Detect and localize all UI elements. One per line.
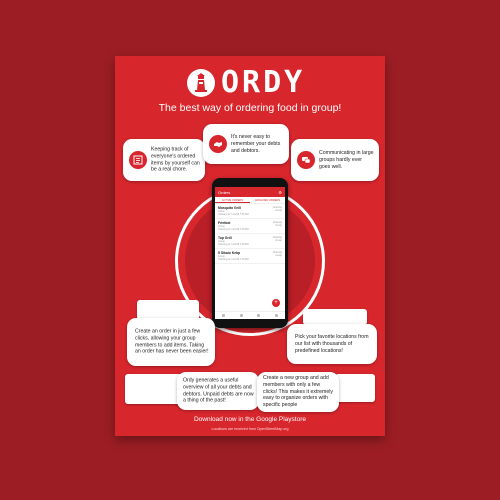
lighthouse-icon — [187, 69, 215, 97]
bubble-tracking: Keeping track of everyone's ordered item… — [123, 139, 205, 181]
bubble-create-order-text: Create an order in just a few clicks, al… — [135, 328, 209, 355]
bubble-groups: Create a new group and add members with … — [257, 372, 339, 412]
bubble-communicating: Communicating in large groups hardly eve… — [291, 139, 379, 181]
bubble-overview-text: Ordy generates a useful overview of all … — [183, 377, 254, 404]
brand-name: ORDY — [221, 65, 306, 100]
order-meta: Ordering Group — [272, 221, 282, 228]
mini-card-groups — [335, 374, 375, 402]
mini-card-order — [137, 300, 199, 320]
order-time: Ordering at: 11/1/18 7:30 PM — [218, 213, 249, 216]
download-text: Download now in the Google Playstore — [193, 416, 306, 423]
mini-card-locations — [303, 309, 367, 325]
bubble-locations-text: Pick your favorite locations from our li… — [295, 333, 369, 354]
mini-card-debts — [125, 374, 183, 404]
order-time: Ordering at: 11/1/18 7:30 PM — [218, 243, 249, 246]
settings-icon[interactable]: ⚙ — [278, 190, 282, 197]
bubble-communicating-text: Communicating in large groups hardly eve… — [319, 149, 374, 170]
credits-text: Locations are received from OpenStreetMa… — [211, 427, 289, 431]
tagline: The best way of ordering food in group! — [158, 102, 342, 114]
bottom-nav — [215, 311, 285, 319]
order-meta: Ordering Group — [272, 236, 282, 243]
bubble-groups-text: Create a new group and add members with … — [263, 375, 333, 409]
tab-active-orders[interactable]: ACTIVE ORDERS — [215, 197, 250, 203]
add-order-button[interactable]: + — [272, 299, 280, 307]
order-time: Ordering at: 11/1/18 7:30 PM — [218, 228, 249, 231]
handshake-icon — [209, 135, 227, 153]
order-time: Ordering at: 11/1/18 7:30 PM — [218, 258, 249, 261]
order-meta: Ordering Group — [272, 206, 282, 213]
order-meta: Ordering Group — [272, 251, 282, 258]
poster: ORDY The best way of ordering food in gr… — [115, 56, 385, 436]
list-item[interactable]: Frietkot Group Ordering at: 11/1/18 7:30… — [215, 219, 285, 234]
logo: ORDY — [187, 68, 317, 98]
orders-nav-icon[interactable] — [222, 314, 226, 317]
debts-nav-icon[interactable] — [257, 314, 261, 317]
app-title: Orders — [218, 190, 231, 195]
bubble-overview: Ordy generates a useful overview of all … — [177, 372, 259, 410]
groups-nav-icon[interactable] — [239, 314, 243, 317]
list-item[interactable]: Mosquito Grill Group Ordering at: 11/1/1… — [215, 204, 285, 219]
tab-archived-orders[interactable]: ARCHIVED ORDERS — [250, 197, 285, 203]
checklist-icon — [129, 151, 147, 169]
profile-nav-icon[interactable] — [274, 314, 278, 317]
app-bar: Orders ⚙ — [215, 187, 285, 197]
bubble-debts: It's never easy to remember your debts a… — [203, 124, 289, 164]
bubble-tracking-text: Keeping track of everyone's ordered item… — [151, 146, 200, 173]
order-tabs: ACTIVE ORDERS ARCHIVED ORDERS — [215, 197, 285, 204]
list-item[interactable]: Top Grill Group Ordering at: 11/1/18 7:3… — [215, 234, 285, 249]
bubble-create-order: Create an order in just a few clicks, al… — [127, 318, 215, 366]
bubble-debts-text: It's never easy to remember your debts a… — [231, 133, 281, 154]
phone-mockup: Orders ⚙ ACTIVE ORDERS ARCHIVED ORDERS M… — [212, 178, 288, 328]
chat-icon — [297, 151, 315, 169]
bubble-locations: Pick your favorite locations from our li… — [287, 324, 377, 364]
list-item[interactable]: 5 Sikaio Kebp Group Ordering at: 11/1/18… — [215, 249, 285, 264]
phone-screen: Orders ⚙ ACTIVE ORDERS ARCHIVED ORDERS M… — [215, 187, 285, 319]
